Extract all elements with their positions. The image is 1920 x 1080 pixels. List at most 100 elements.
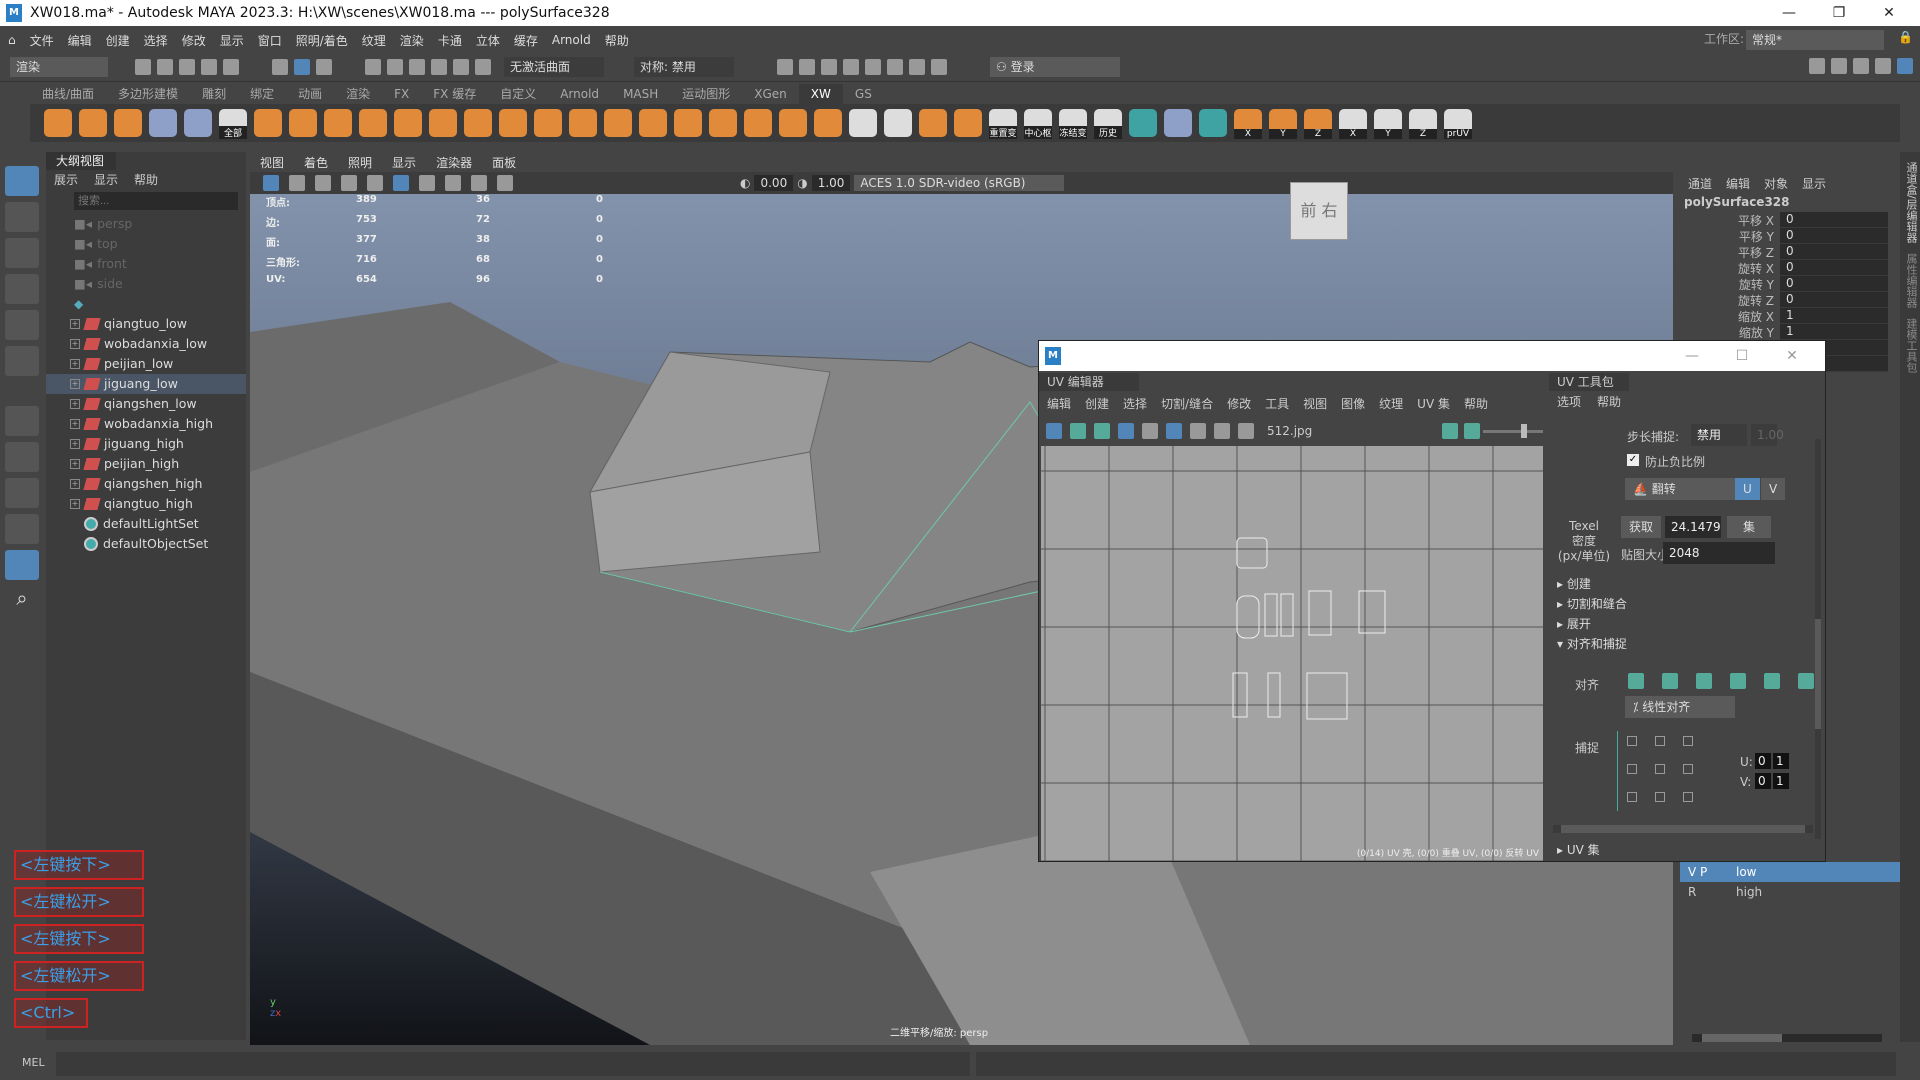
shelf-tool-icon[interactable]: Y: [1374, 109, 1402, 139]
align-bottom-icon[interactable]: [1798, 673, 1814, 689]
channel-menu-object[interactable]: 对象: [1764, 175, 1788, 192]
channel-attr-value[interactable]: 0: [1780, 244, 1888, 260]
outliner-set[interactable]: defaultLightSet: [46, 514, 246, 534]
layer-flags[interactable]: R: [1688, 885, 1728, 899]
align-top-icon[interactable]: [1730, 673, 1746, 689]
render-setup-icon[interactable]: [887, 58, 903, 75]
section-align-snap[interactable]: ▾ 对齐和捕捉: [1557, 635, 1627, 652]
snap-view-icon[interactable]: [431, 58, 447, 75]
align-center-v-icon[interactable]: [1764, 673, 1780, 689]
outliner-item[interactable]: + qiangshen_high: [46, 474, 246, 494]
pause-icon[interactable]: [931, 58, 947, 75]
textured-icon[interactable]: [393, 175, 409, 191]
texel-get-button[interactable]: 获取: [1621, 516, 1662, 538]
section-create[interactable]: ▸ 创建: [1557, 575, 1591, 592]
shelf-tool-icon[interactable]: Y: [1269, 109, 1297, 139]
menu-cache[interactable]: 缓存: [514, 32, 538, 49]
menuset-dropdown[interactable]: 渲染: [10, 56, 108, 77]
shelf-tab[interactable]: FX: [382, 84, 421, 104]
uv-menu-item[interactable]: 切割/缝合: [1161, 395, 1213, 412]
select-component-icon[interactable]: [316, 58, 332, 75]
outliner-item-unnamed[interactable]: ◆: [46, 294, 246, 314]
section-uv-set[interactable]: ▸ UV 集: [1557, 841, 1600, 858]
toolkit-horizontal-scrollbar[interactable]: [1553, 825, 1813, 833]
snap-point-checkbox[interactable]: [1683, 764, 1693, 774]
menu-create[interactable]: 创建: [106, 32, 130, 49]
outliner-set[interactable]: defaultObjectSet: [46, 534, 246, 554]
shelf-tool-icon[interactable]: 历史: [1094, 109, 1122, 139]
two-pane-layout-icon[interactable]: [5, 514, 39, 544]
align-right-icon[interactable]: [1696, 673, 1712, 689]
channel-attr[interactable]: 缩放 Y 1: [1680, 324, 1900, 340]
shelf-tab[interactable]: 运动图形: [670, 84, 742, 104]
shelf-tool-icon[interactable]: [744, 109, 772, 137]
uv-texture-grid-icon[interactable]: [1166, 423, 1182, 439]
uv-distortion-icon[interactable]: [1094, 423, 1110, 439]
shelf-tool-icon[interactable]: [114, 109, 142, 137]
layer-row[interactable]: Rhigh: [1680, 882, 1900, 902]
shelf-tab[interactable]: 曲线/曲面: [30, 84, 106, 104]
image-plane-icon[interactable]: [289, 175, 305, 191]
channel-attr-value[interactable]: 0: [1780, 292, 1888, 308]
hypershade-icon[interactable]: [865, 58, 881, 75]
grid-icon[interactable]: [315, 175, 331, 191]
outliner-camera[interactable]: ■◂ front: [46, 254, 246, 274]
outliner-item[interactable]: + wobadanxia_high: [46, 414, 246, 434]
uv-menu-item[interactable]: 修改: [1227, 395, 1251, 412]
map-size-field[interactable]: 2048: [1663, 542, 1775, 564]
shelf-tab[interactable]: 自定义: [488, 84, 548, 104]
menu-display[interactable]: 显示: [220, 32, 244, 49]
channel-attr-value[interactable]: 1: [1780, 308, 1888, 324]
shelf-tab[interactable]: XW: [798, 84, 843, 104]
shelf-tool-icon[interactable]: [779, 109, 807, 137]
shelf-tool-icon[interactable]: [1129, 109, 1157, 137]
shelf-tool-icon[interactable]: [849, 109, 877, 137]
snap-point-checkbox[interactable]: [1655, 792, 1665, 802]
paint-select-tool-icon[interactable]: [5, 238, 39, 268]
snap-point-checkbox[interactable]: [1683, 792, 1693, 802]
outliner-item[interactable]: + wobadanxia_low: [46, 334, 246, 354]
ipr-icon[interactable]: [821, 58, 837, 75]
shelf-tool-icon[interactable]: [44, 109, 72, 137]
channel-attr-value[interactable]: 0: [1780, 212, 1888, 228]
u-min-field[interactable]: 0: [1755, 753, 1771, 769]
linear-align-button[interactable]: ⁒ 线性对齐: [1625, 696, 1735, 718]
shelf-tool-icon[interactable]: [709, 109, 737, 137]
expand-icon[interactable]: +: [70, 439, 80, 449]
uv-editor-tab[interactable]: UV 编辑器: [1039, 373, 1139, 391]
uv-pixel-snap-icon[interactable]: [1142, 423, 1158, 439]
uv-menu-item[interactable]: 帮助: [1464, 395, 1488, 412]
tab-channel-box[interactable]: 通道盒/层编辑器: [1903, 162, 1919, 243]
step-snap-value[interactable]: 1.00: [1751, 424, 1784, 446]
channel-attr-value[interactable]: 1: [1780, 324, 1888, 340]
command-input[interactable]: [56, 1052, 970, 1076]
select-hierarchy-icon[interactable]: [272, 58, 288, 75]
expand-icon[interactable]: +: [70, 379, 80, 389]
outliner-camera[interactable]: ■◂ side: [46, 274, 246, 294]
channel-attr[interactable]: 平移 X 0: [1680, 212, 1900, 228]
search-icon[interactable]: ⌕: [5, 586, 39, 616]
uv-toolkit-tab[interactable]: UV 工具包: [1549, 373, 1629, 391]
camera-attributes-icon[interactable]: [263, 175, 279, 191]
uv-menu-item[interactable]: 编辑: [1047, 395, 1071, 412]
restore-button[interactable]: ❐: [1816, 0, 1862, 26]
section-unfold[interactable]: ▸ 展开: [1557, 615, 1591, 632]
channel-attr[interactable]: 平移 Y 0: [1680, 228, 1900, 244]
shelf-tool-icon[interactable]: [429, 109, 457, 137]
shelf-tab[interactable]: MASH: [611, 84, 670, 104]
shelf-tab[interactable]: XGen: [742, 84, 799, 104]
lights-icon[interactable]: [419, 175, 435, 191]
outliner-menu-display[interactable]: 显示: [94, 171, 118, 188]
expand-icon[interactable]: +: [70, 419, 80, 429]
outliner-item[interactable]: + qiangshen_low: [46, 394, 246, 414]
uv-menu-item[interactable]: 图像: [1341, 395, 1365, 412]
channel-menu-channels[interactable]: 通道: [1688, 175, 1712, 192]
live-surface-field[interactable]: 无激活曲面: [504, 56, 604, 77]
viewcube-right[interactable]: 右: [1322, 201, 1338, 220]
snap-point-icon[interactable]: [409, 58, 425, 75]
menu-select[interactable]: 选择: [144, 32, 168, 49]
render-icon[interactable]: [777, 58, 793, 75]
tool-settings-icon[interactable]: [1875, 58, 1891, 74]
section-cut-sew[interactable]: ▸ 切割和缝合: [1557, 595, 1627, 612]
menu-arnold[interactable]: Arnold: [552, 33, 591, 47]
